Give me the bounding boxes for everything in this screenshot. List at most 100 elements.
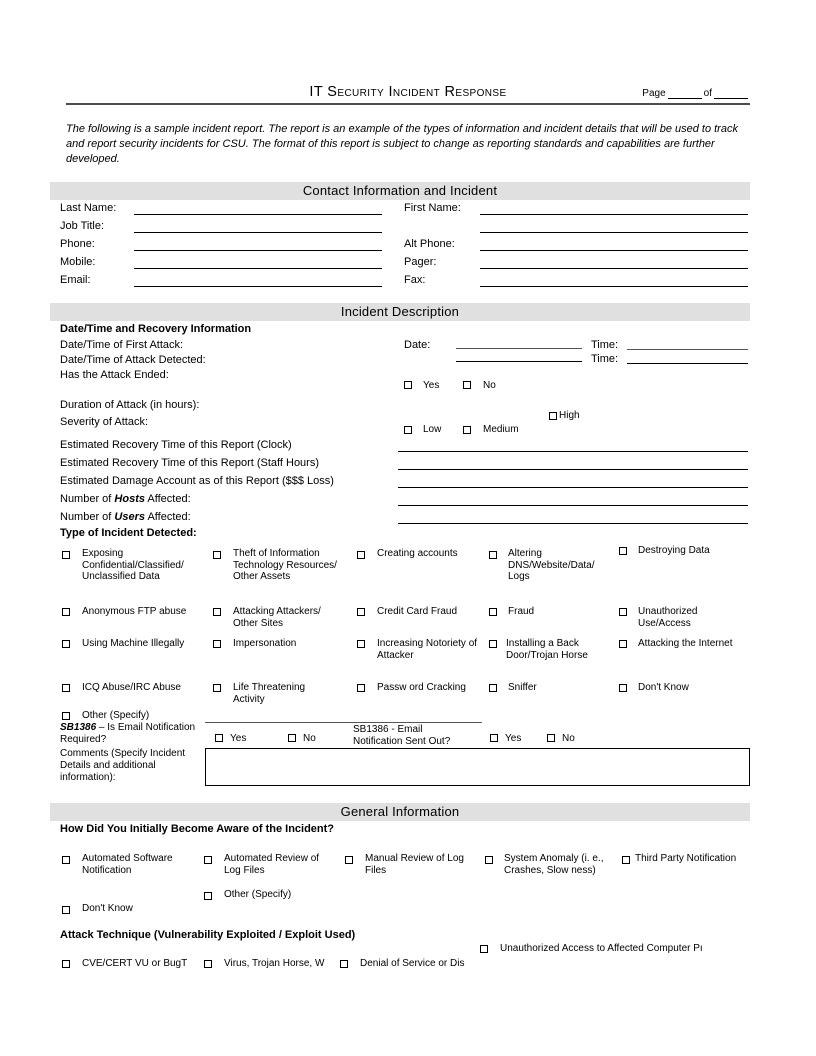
intro-paragraph: The following is a sample incident repor… [66,123,738,165]
checkbox-other-aware[interactable] [204,892,212,900]
checkbox-severity-medium[interactable] [463,426,471,434]
checkbox-increasing-notoriety[interactable] [357,640,365,648]
label-severity-medium: Medium [483,424,519,435]
checkbox-other-incident-type[interactable] [62,712,70,720]
checkbox-life-threatening-activity[interactable] [213,684,221,692]
checkbox-exposing-confidential[interactable] [62,551,70,559]
checkbox-manual-review-log-files[interactable] [345,856,353,864]
label-other-aware: Other (Specify) [224,889,292,900]
field-first-name[interactable] [480,214,748,215]
hosts-prefix: Number of [60,493,115,505]
checkbox-creating-accounts[interactable] [357,551,365,559]
label-virus-trojan-horse: Virus, Trojan Horse, W [224,958,325,969]
field-recovery-staff[interactable] [398,469,748,470]
checkbox-sb1386-required-no[interactable] [288,734,296,742]
field-hosts-affected[interactable] [398,505,748,506]
label-theft-of-it-resources: Theft of Information Technology Resource… [233,548,337,582]
field-phone[interactable] [134,250,382,251]
checkbox-anonymous-ftp-abuse[interactable] [62,608,70,616]
label-denial-of-service: Denial of Service or Dis [360,958,465,969]
label-attack-ended-yes: Yes [423,380,440,391]
label-increasing-notoriety: Increasing Notoriety of Attacker [377,638,478,661]
checkbox-attack-ended-no[interactable] [463,381,471,389]
checkbox-sb1386-sent-no[interactable] [547,734,555,742]
field-recovery-clock[interactable] [398,451,748,452]
checkbox-password-cracking[interactable] [357,684,365,692]
checkbox-denial-of-service[interactable] [340,960,348,968]
checkbox-sniffer[interactable] [489,684,497,692]
checkbox-unauthorized-use-access[interactable] [619,608,627,616]
field-time-attack-detected[interactable] [627,363,748,364]
field-users-affected[interactable] [398,523,748,524]
section-header-contact: Contact Information and Incident [50,182,750,200]
field-mobile[interactable] [134,268,382,269]
checkbox-dont-know-incident-type[interactable] [619,684,627,692]
field-fax[interactable] [480,286,748,287]
subheading-attack-technique: Attack Technique (Vulnerability Exploite… [60,929,356,941]
sb1386-emphasis: SB1386 [60,722,97,733]
field-alt-phone[interactable] [480,250,748,251]
field-sb1386-rule[interactable] [205,722,482,723]
label-dont-know-aware: Don't Know [82,903,133,914]
label-comments: Comments (Specify Incident Details and a… [60,748,186,783]
header-divider [66,103,750,105]
field-time-first-attack[interactable] [627,349,748,350]
label-severity: Severity of Attack: [60,416,149,428]
section-header-general: General Information [50,803,750,821]
label-last-name: Last Name: [60,202,117,214]
hosts-emphasis: Hosts [114,493,145,505]
label-third-party-notification: Third Party Notification [635,853,737,864]
label-system-anomaly: System Anomaly (i. e., Crashes, Slow nes… [504,853,604,876]
field-job-title[interactable] [134,232,382,233]
checkbox-attacking-attackers[interactable] [213,608,221,616]
checkbox-automated-software-notification[interactable] [62,856,70,864]
checkbox-impersonation[interactable] [213,640,221,648]
field-last-name[interactable] [134,214,382,215]
label-password-cracking: Passw ord Cracking [377,682,466,693]
checkbox-altering-dns[interactable] [489,551,497,559]
label-exposing-confidential: Exposing Confidential/Classified/ Unclas… [82,548,184,582]
field-date-first-attack[interactable] [456,348,582,349]
checkbox-credit-card-fraud[interactable] [357,608,365,616]
checkbox-installing-back-door[interactable] [489,640,497,648]
checkbox-virus-trojan-horse[interactable] [204,960,212,968]
page-number-blank[interactable] [667,89,702,99]
checkbox-theft-of-it-resources[interactable] [213,551,221,559]
label-dont-know-incident-type: Don't Know [638,682,689,693]
checkbox-attacking-the-internet[interactable] [619,640,627,648]
field-damage-account[interactable] [398,487,748,488]
label-first-name: First Name: [404,202,461,214]
label-attack-ended-no: No [483,380,496,391]
document-page: IT Security Incident Response Page of The… [0,0,816,1056]
label-damage-account: Estimated Damage Account as of this Repo… [60,475,334,487]
checkbox-fraud[interactable] [489,608,497,616]
field-right-blank[interactable] [480,232,748,233]
page-total-blank[interactable] [714,89,748,99]
checkbox-destroying-data[interactable] [619,547,627,555]
checkbox-using-machine-illegally[interactable] [62,640,70,648]
checkbox-system-anomaly[interactable] [485,856,493,864]
comments-textarea[interactable] [205,748,750,786]
checkbox-attack-ended-yes[interactable] [404,381,412,389]
label-life-threatening-activity: Life Threatening Activity [233,682,306,705]
label-anonymous-ftp-abuse: Anonymous FTP abuse [82,606,187,617]
checkbox-severity-high[interactable] [549,412,557,420]
field-pager[interactable] [480,268,748,269]
field-email[interactable] [134,286,382,287]
label-destroying-data: Destroying Data [638,545,710,556]
checkbox-sb1386-sent-yes[interactable] [490,734,498,742]
checkbox-cve-cert-vu[interactable] [62,960,70,968]
checkbox-icq-irc-abuse[interactable] [62,684,70,692]
checkbox-unauthorized-access[interactable] [480,945,488,953]
checkbox-dont-know-aware[interactable] [62,906,70,914]
label-job-title: Job Title: [60,220,105,232]
label-attacking-the-internet: Attacking the Internet [638,638,733,649]
checkbox-severity-low[interactable] [404,426,412,434]
checkbox-third-party-notification[interactable] [622,856,630,864]
field-date-attack-detected[interactable] [456,361,582,362]
checkbox-sb1386-required-yes[interactable] [215,734,223,742]
label-sniffer: Sniffer [508,682,537,693]
users-prefix: Number of [60,511,115,523]
subheading-type-of-incident: Type of Incident Detected: [60,527,197,539]
checkbox-automated-review-log-files[interactable] [204,856,212,864]
